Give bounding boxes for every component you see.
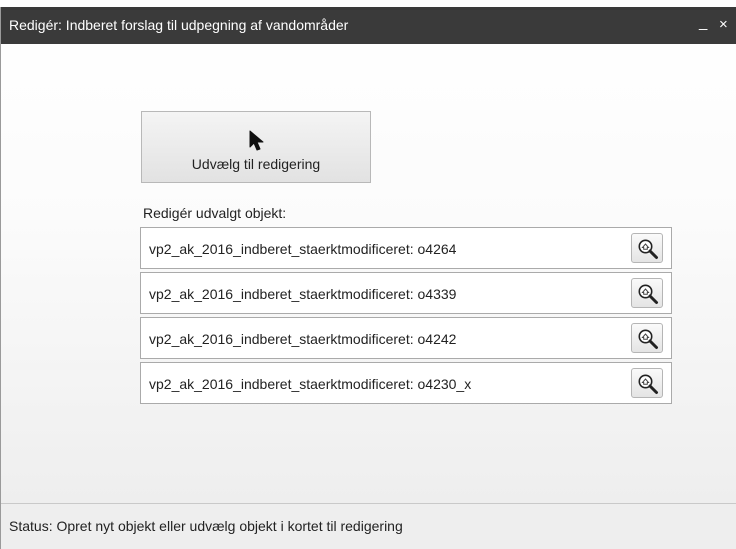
close-button[interactable]: × <box>719 16 728 34</box>
list-item[interactable]: vp2_ak_2016_indberet_staerktmodificeret:… <box>140 317 672 359</box>
title-bar[interactable]: Redigér: Indberet forslag til udpegning … <box>1 7 736 44</box>
list-item[interactable]: vp2_ak_2016_indberet_staerktmodificeret:… <box>140 362 672 404</box>
window-title: Redigér: Indberet forslag til udpegning … <box>9 17 349 33</box>
zoom-icon <box>638 374 658 394</box>
list-item[interactable]: vp2_ak_2016_indberet_staerktmodificeret:… <box>140 272 672 314</box>
top-strip <box>0 0 736 7</box>
zoom-to-button[interactable] <box>631 368 663 398</box>
edit-selected-label: Redigér udvalgt objekt: <box>143 205 287 221</box>
select-button-label: Udvælg til redigering <box>191 156 321 172</box>
zoom-to-button[interactable] <box>631 323 663 353</box>
minimize-button[interactable]: _ <box>699 14 707 32</box>
list-item[interactable]: vp2_ak_2016_indberet_staerktmodificeret:… <box>140 227 672 269</box>
cursor-arrow-icon <box>249 130 264 151</box>
status-bar: Status: Opret nyt objekt eller udvælg ob… <box>1 503 736 549</box>
edit-dialog: Redigér: Indberet forslag til udpegning … <box>0 7 736 549</box>
zoom-to-button[interactable] <box>631 233 663 263</box>
status-text: Status: Opret nyt objekt eller udvælg ob… <box>9 518 403 534</box>
zoom-icon <box>638 329 658 349</box>
zoom-to-button[interactable] <box>631 278 663 308</box>
list-item-label: vp2_ak_2016_indberet_staerktmodificeret:… <box>149 241 457 257</box>
list-item-label: vp2_ak_2016_indberet_staerktmodificeret:… <box>149 286 457 302</box>
list-item-label: vp2_ak_2016_indberet_staerktmodificeret:… <box>149 376 472 392</box>
select-for-edit-button[interactable]: Udvælg til redigering <box>141 111 371 183</box>
selected-objects-list: vp2_ak_2016_indberet_staerktmodificeret:… <box>140 227 672 407</box>
zoom-icon <box>638 284 658 304</box>
list-item-label: vp2_ak_2016_indberet_staerktmodificeret:… <box>149 331 457 347</box>
zoom-icon <box>638 239 658 259</box>
